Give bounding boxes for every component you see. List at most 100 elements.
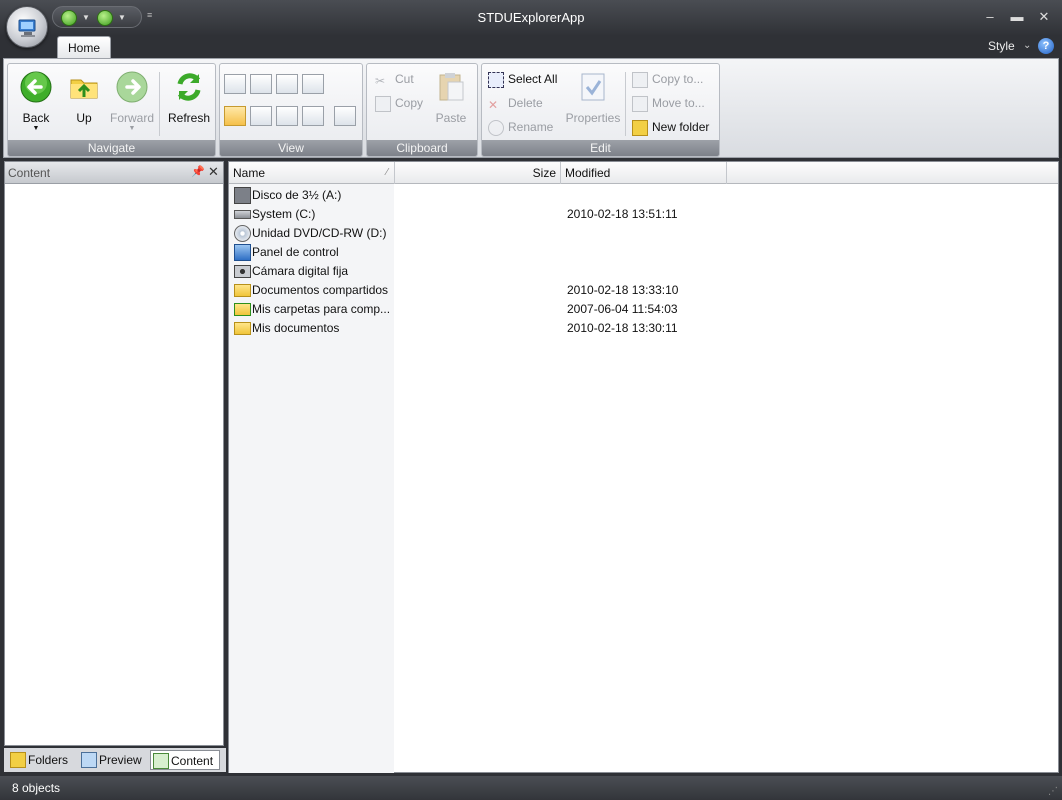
small-icons-view-icon[interactable] xyxy=(276,106,298,126)
back-dropdown-icon[interactable]: ▼ xyxy=(14,125,58,132)
preview-icon xyxy=(81,752,97,768)
file-row[interactable]: Mis documentos 2010-02-18 13:30:11 xyxy=(229,319,729,338)
style-menu[interactable]: Style xyxy=(988,39,1015,53)
chevron-down-icon[interactable]: ⌄ xyxy=(1023,40,1031,51)
new-folder-label: New folder xyxy=(652,120,710,134)
move-to-label: Move to... xyxy=(652,96,705,110)
pin-icon[interactable]: 📌 xyxy=(191,165,205,178)
new-folder-button[interactable]: New folder xyxy=(632,118,709,138)
dvd-drive-icon xyxy=(234,225,251,242)
file-name: Cámara digital fija xyxy=(252,264,349,278)
paste-icon xyxy=(439,73,464,101)
computer-icon xyxy=(18,19,36,37)
delete-icon: ✕ xyxy=(488,98,499,112)
folder-icon xyxy=(234,284,251,297)
paste-button[interactable]: Paste xyxy=(429,70,473,125)
move-to-icon xyxy=(632,96,648,112)
copy-to-button[interactable]: Copy to... xyxy=(632,70,703,90)
file-row[interactable]: Disco de 3½ (A:) xyxy=(229,186,729,205)
file-row[interactable]: Unidad DVD/CD-RW (D:) xyxy=(229,224,729,243)
refresh-label: Refresh xyxy=(167,111,211,125)
navigate-separator xyxy=(159,72,160,136)
tab-preview[interactable]: Preview xyxy=(79,750,142,770)
file-name: Documentos compartidos xyxy=(252,283,389,297)
sort-indicator-icon: ⁄ xyxy=(386,167,388,178)
cut-button[interactable]: ✂ Cut xyxy=(375,70,414,90)
minimize-icon[interactable]: – xyxy=(980,9,1000,24)
move-to-button[interactable]: Move to... xyxy=(632,94,705,114)
properties-label: Properties xyxy=(565,111,621,125)
icons-view-icon[interactable] xyxy=(302,106,324,126)
tab-content-label: Content xyxy=(171,754,214,768)
details-chart-view-icon[interactable] xyxy=(302,74,324,94)
camera-icon xyxy=(234,265,251,278)
file-list: Name ⁄ Size Modified Disco de 3½ (A:) Sy… xyxy=(228,161,1059,773)
rename-icon xyxy=(488,120,504,136)
rename-label: Rename xyxy=(508,120,554,134)
ribbon-tab-strip: Home Style ⌄ ? xyxy=(0,36,1062,59)
tab-preview-label: Preview xyxy=(99,753,142,767)
file-row[interactable]: System (C:) 2010-02-18 13:51:11 xyxy=(229,205,729,224)
column-name-label: Name xyxy=(233,166,266,180)
maximize-icon[interactable]: ▬ xyxy=(1007,9,1027,24)
file-name: System (C:) xyxy=(252,207,316,221)
file-row[interactable]: Mis carpetas para comp... 2007-06-04 11:… xyxy=(229,300,729,319)
forward-button[interactable]: Forward ▼ xyxy=(106,70,158,132)
file-row[interactable]: Documentos compartidos 2010-02-18 13:33:… xyxy=(229,281,729,300)
resize-grip-icon[interactable]: ⋰ xyxy=(1048,786,1058,797)
arrange-view-icon[interactable] xyxy=(334,106,356,126)
refresh-button[interactable]: Refresh xyxy=(164,70,214,125)
folder-up-icon xyxy=(70,79,98,99)
navigate-group-label: Navigate xyxy=(8,140,215,156)
column-header-modified[interactable]: Modified xyxy=(561,162,727,184)
tiles-view-icon[interactable] xyxy=(276,74,298,94)
view-group-label: View xyxy=(220,140,362,156)
refresh-icon xyxy=(177,73,201,101)
back-button[interactable]: Back ▼ xyxy=(14,70,58,132)
properties-icon xyxy=(581,73,605,101)
folder-icon xyxy=(234,322,251,335)
content-panel: Content 📌 ✕ xyxy=(4,161,224,746)
clipboard-group: ✂ Cut Copy Paste Clipboard xyxy=(366,63,478,157)
thumbnails-view-icon[interactable] xyxy=(250,74,272,94)
up-button[interactable]: Up xyxy=(62,70,106,125)
back-arrow-icon xyxy=(20,71,52,103)
content-panel-header: Content 📌 ✕ xyxy=(5,162,223,184)
tab-home[interactable]: Home xyxy=(57,36,111,59)
list-view-icon[interactable] xyxy=(250,106,272,126)
ribbon: Back ▼ Up Forward ▼ Refresh Navigate Vie… xyxy=(3,58,1059,158)
help-icon[interactable]: ? xyxy=(1038,38,1054,54)
large-icons-view-icon[interactable] xyxy=(224,74,246,94)
column-header-name[interactable]: Name ⁄ xyxy=(229,162,395,184)
file-name: Unidad DVD/CD-RW (D:) xyxy=(252,226,387,240)
edit-group: Select All ✕ Delete Rename Properties Co… xyxy=(481,63,720,157)
rename-button[interactable]: Rename xyxy=(488,118,553,138)
view-group: View xyxy=(219,63,363,157)
tab-folders[interactable]: Folders xyxy=(8,750,68,770)
copy-icon xyxy=(375,96,391,112)
up-label: Up xyxy=(76,111,92,125)
content-icon xyxy=(153,753,169,769)
close-window-icon[interactable]: ✕ xyxy=(1034,9,1054,25)
close-panel-icon[interactable]: ✕ xyxy=(208,164,219,180)
properties-button[interactable]: Properties xyxy=(564,70,622,125)
select-all-button[interactable]: Select All xyxy=(488,70,557,90)
floppy-drive-icon xyxy=(234,187,251,204)
application-menu-button[interactable] xyxy=(6,6,48,48)
file-row[interactable]: Panel de control xyxy=(229,243,729,262)
tab-content[interactable]: Content xyxy=(150,750,220,770)
copy-button[interactable]: Copy xyxy=(375,94,423,114)
column-header-size[interactable]: Size xyxy=(395,162,561,184)
paste-label: Paste xyxy=(435,111,467,125)
file-modified: 2007-06-04 11:54:03 xyxy=(567,302,678,316)
delete-label: Delete xyxy=(508,96,543,110)
cut-label: Cut xyxy=(395,72,414,86)
forward-dropdown-icon[interactable]: ▼ xyxy=(106,125,158,132)
file-row[interactable]: Cámara digital fija xyxy=(229,262,729,281)
delete-button[interactable]: ✕ Delete xyxy=(488,94,543,114)
main-body: Content 📌 ✕ Folders Preview Content Name… xyxy=(0,158,1062,776)
edit-separator xyxy=(625,72,626,136)
file-modified: 2010-02-18 13:51:11 xyxy=(567,207,678,221)
control-panel-icon xyxy=(234,244,251,261)
details-view-icon[interactable] xyxy=(224,106,246,126)
